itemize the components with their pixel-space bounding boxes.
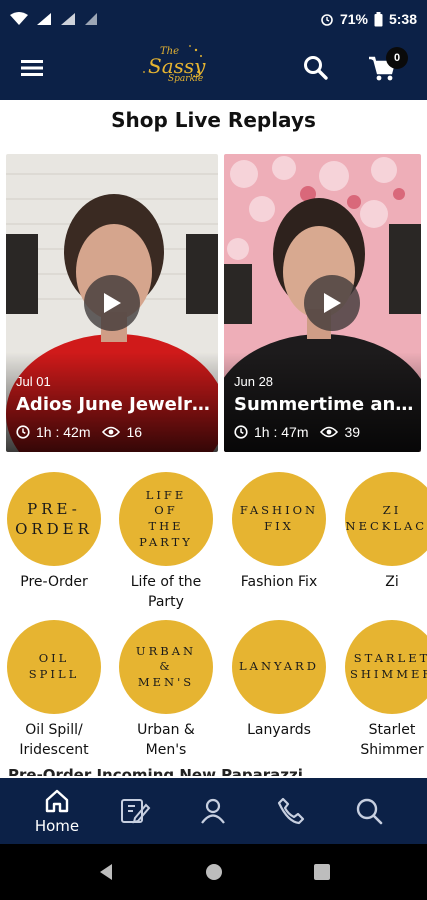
home-icon [45,789,69,813]
brand-logo[interactable]: The Sassy Sparkle [138,42,208,90]
nav-home-label: Home [34,817,80,835]
video-card[interactable]: Jul 01 Adios June Jewelry... 1h : 42m 16 [6,154,218,452]
category-lanyards[interactable]: LANYARD Lanyards [223,620,335,740]
category-circle-text: LANYARD [239,659,319,674]
category-oil-spill[interactable]: OIL SPILL Oil Spill/ Iridescent [0,620,110,760]
video-views: 39 [344,424,361,440]
clock-icon [234,425,248,439]
video-date: Jun 28 [234,374,274,389]
signal-icon [37,13,51,25]
category-circle-text: LIFE OF THE PARTY [139,487,193,549]
back-icon[interactable] [96,862,116,882]
data-icon [85,13,97,25]
video-title: Adios June Jewelry... [16,394,214,415]
category-label: Urban & Men's [137,722,195,758]
eye-icon [102,426,121,438]
play-icon [324,293,341,313]
phone-icon [277,797,305,825]
nav-phone[interactable] [252,778,330,844]
video-duration: 1h : 47m [254,424,309,440]
category-fashion-fix[interactable]: FASHION FIX Fashion Fix [223,472,335,592]
category-label: Fashion Fix [240,574,318,590]
nav-search[interactable] [330,778,408,844]
status-right: 71% 5:38 [320,11,417,27]
nav-home[interactable]: Home [18,778,96,844]
category-label: Life of the Party [130,574,202,610]
signal-icon-2 [61,13,75,25]
search-icon[interactable] [302,54,330,82]
menu-icon[interactable] [18,56,48,80]
category-circle: URBAN & MEN'S [119,620,213,714]
status-left [10,12,98,26]
category-label: Starlet Shimmer [360,722,424,758]
category-starlet-shimmer[interactable]: STARLET SHIMMER Starlet Shimmer [336,620,427,760]
category-circle-text: OIL SPILL [28,651,80,681]
video-duration: 1h : 42m [36,424,91,440]
category-label: Zi [385,574,399,590]
search-icon [356,798,383,825]
category-circle: LIFE OF THE PARTY [119,472,213,566]
category-label: Oil Spill/ Iridescent [19,722,89,758]
system-nav-bar [0,844,427,900]
video-meta: 1h : 42m 16 [16,424,142,440]
category-label: Lanyards [247,722,311,738]
video-card[interactable]: Jun 28 Summertime and t... 1h : 47m 39 [224,154,421,452]
category-circle-text: FASHION FIX [239,503,319,533]
bottom-nav: Home [0,778,427,844]
next-section-heading[interactable]: Pre-Order Incoming New Paparazzi... [8,762,408,776]
play-button[interactable] [304,275,360,331]
clock-time: 5:38 [388,11,417,27]
video-title: Summertime and t... [234,394,421,415]
battery-percent: 71% [339,11,368,27]
category-pre-order[interactable]: PRE- ORDER Pre-Order [0,472,110,592]
category-circle-text: ZI NECKLACE [345,503,427,533]
category-label: Pre-Order [20,574,88,590]
wifi-icon [10,12,28,25]
nav-catalog[interactable] [96,778,174,844]
alarm-icon [321,14,333,26]
app-root: 71% 5:38 The Sassy Sparkle 0 Shop Live R… [0,0,427,900]
category-circle: LANYARD [232,620,326,714]
catalog-icon [121,799,151,824]
page-title: Shop Live Replays [111,108,316,132]
video-views: 16 [126,424,143,440]
category-circle-text: STARLET SHIMMER [349,651,427,681]
cart-badge: 0 [386,47,408,69]
home-circle-icon[interactable] [204,862,224,882]
eye-icon [320,426,339,438]
category-urban-mens[interactable]: URBAN & MEN'S Urban & Men's [110,620,222,760]
video-date: Jul 01 [16,374,51,389]
category-circle: STARLET SHIMMER [345,620,427,714]
category-circle: FASHION FIX [232,472,326,566]
category-circle-text: PRE- ORDER [15,499,93,538]
status-bar: 71% 5:38 [0,0,427,38]
category-life-of-the-party[interactable]: LIFE OF THE PARTY Life of the Party [110,472,222,612]
recents-icon[interactable] [312,862,332,882]
category-circle: OIL SPILL [7,620,101,714]
video-meta: 1h : 47m 39 [234,424,360,440]
app-header: The Sassy Sparkle 0 [0,38,427,100]
play-icon [104,293,121,313]
category-zi[interactable]: ZI NECKLACE Zi [336,472,427,592]
category-circle-text: URBAN & MEN'S [135,643,197,689]
category-circle: ZI NECKLACE [345,472,427,566]
category-circle: PRE- ORDER [7,472,101,566]
battery-icon [374,11,383,26]
nav-account[interactable] [174,778,252,844]
clock-icon [16,425,30,439]
play-button[interactable] [84,275,140,331]
account-icon [201,798,225,824]
sparkle-icon [143,45,205,73]
